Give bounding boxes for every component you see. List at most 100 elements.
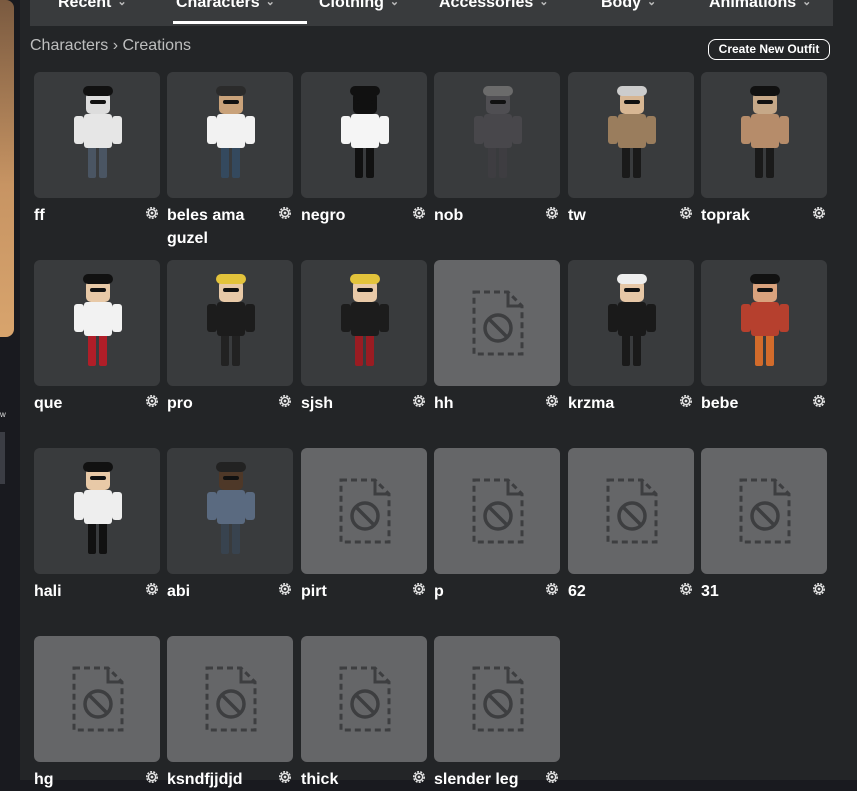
- outfit-name: pirt: [301, 583, 327, 600]
- tab-characters[interactable]: Characters ⌄: [176, 0, 275, 12]
- gear-icon[interactable]: [411, 205, 427, 221]
- gear-icon[interactable]: [544, 769, 560, 785]
- outfit-thumbnail[interactable]: [434, 72, 560, 198]
- file-unavailable-icon: [606, 478, 658, 544]
- outfit-name: hali: [34, 583, 62, 600]
- category-nav: Recent ⌄ Characters ⌄ Clothing ⌄ Accessorie…: [30, 0, 833, 26]
- outfit-thumbnail[interactable]: [167, 636, 293, 762]
- avatar-thumbnail-image: [74, 462, 122, 554]
- gear-icon[interactable]: [411, 393, 427, 409]
- outfit-thumbnail[interactable]: [568, 260, 694, 386]
- outfit-name: krzma: [568, 395, 615, 412]
- gear-icon[interactable]: [811, 393, 827, 409]
- gear-icon[interactable]: [277, 393, 293, 409]
- avatar-thumbnail-image: [74, 274, 122, 366]
- chevron-down-icon: ⌄: [539, 0, 549, 8]
- avatar-thumbnail-image: [741, 86, 789, 178]
- outfit-thumbnail[interactable]: [301, 636, 427, 762]
- tab-accessories[interactable]: Accessories ⌄: [439, 0, 549, 12]
- side-label: w: [0, 410, 6, 419]
- outfit-name: nob: [434, 207, 464, 224]
- outfit-thumbnail[interactable]: [167, 260, 293, 386]
- gear-icon[interactable]: [811, 205, 827, 221]
- avatar-thumbnail-image: [608, 274, 656, 366]
- outfit-thumbnail[interactable]: [34, 636, 160, 762]
- breadcrumb-parent[interactable]: Characters: [30, 37, 108, 54]
- file-unavailable-icon: [339, 666, 391, 732]
- gear-icon[interactable]: [544, 205, 560, 221]
- create-new-outfit-button[interactable]: Create New Outfit: [708, 39, 830, 60]
- outfit-thumbnail[interactable]: [301, 260, 427, 386]
- tab-label: Accessories: [439, 0, 534, 11]
- tab-animations[interactable]: Animations ⌄: [709, 0, 811, 12]
- chevron-down-icon: ⌄: [389, 0, 400, 8]
- outfit-thumbnail[interactable]: [434, 448, 560, 574]
- breadcrumb: Characters › Creations: [30, 37, 191, 55]
- avatar-thumbnail-image: [341, 86, 389, 178]
- side-panel-edge: [0, 432, 5, 484]
- outfit-thumbnail[interactable]: [434, 636, 560, 762]
- tab-body[interactable]: Body ⌄: [601, 0, 656, 12]
- tab-clothing[interactable]: Clothing ⌄: [319, 0, 399, 12]
- file-unavailable-icon: [339, 478, 391, 544]
- outfit-name: 62: [568, 583, 586, 600]
- tab-label: Body: [601, 0, 641, 11]
- outfit-thumbnail[interactable]: [568, 448, 694, 574]
- outfit-name: beles ama guzel: [167, 207, 245, 247]
- tab-recent[interactable]: Recent ⌄: [58, 0, 127, 12]
- tab-label: Recent: [58, 0, 112, 11]
- outfit-name: p: [434, 583, 444, 600]
- gear-icon[interactable]: [811, 581, 827, 597]
- tab-label: Animations: [709, 0, 797, 11]
- avatar-editor-panel: Recent ⌄ Characters ⌄ Clothing ⌄ Accessorie…: [20, 0, 857, 788]
- outfit-name: abi: [167, 583, 191, 600]
- gear-icon[interactable]: [544, 393, 560, 409]
- chevron-down-icon: ⌄: [265, 0, 275, 8]
- gear-icon[interactable]: [277, 205, 293, 221]
- gear-icon[interactable]: [678, 581, 694, 597]
- avatar-thumbnail-image: [207, 462, 255, 554]
- gear-icon[interactable]: [678, 205, 694, 221]
- gear-icon[interactable]: [144, 769, 160, 785]
- avatar-thumbnail-image: [74, 86, 122, 178]
- outfit-thumbnail[interactable]: [701, 260, 827, 386]
- gear-icon[interactable]: [144, 393, 160, 409]
- background-panel-edge: [0, 0, 14, 337]
- tab-label: Clothing: [319, 0, 384, 11]
- outfit-thumbnail[interactable]: [34, 72, 160, 198]
- file-unavailable-icon: [472, 290, 524, 356]
- outfit-thumbnail[interactable]: [301, 72, 427, 198]
- gear-icon[interactable]: [144, 581, 160, 597]
- gear-icon[interactable]: [144, 205, 160, 221]
- outfit-name: pro: [167, 395, 193, 412]
- outfit-thumbnail[interactable]: [301, 448, 427, 574]
- avatar-thumbnail-image: [341, 274, 389, 366]
- outfit-thumbnail[interactable]: [167, 448, 293, 574]
- outfit-thumbnail[interactable]: [568, 72, 694, 198]
- avatar-thumbnail-image: [207, 274, 255, 366]
- outfit-thumbnail[interactable]: [434, 260, 560, 386]
- chevron-down-icon: ⌄: [117, 0, 127, 8]
- outfit-thumbnail[interactable]: [34, 260, 160, 386]
- avatar-thumbnail-image: [474, 86, 522, 178]
- outfit-name: 31: [701, 583, 719, 600]
- gear-icon[interactable]: [544, 581, 560, 597]
- file-unavailable-icon: [739, 478, 791, 544]
- file-unavailable-icon: [72, 666, 124, 732]
- outfit-name: sjsh: [301, 395, 334, 412]
- gear-icon[interactable]: [277, 581, 293, 597]
- gear-icon[interactable]: [277, 769, 293, 785]
- chevron-down-icon: ⌄: [802, 0, 812, 8]
- outfit-name: tw: [568, 207, 586, 224]
- avatar-thumbnail-image: [207, 86, 255, 178]
- outfit-name: bebe: [701, 395, 739, 412]
- outfit-name: que: [34, 395, 63, 412]
- outfit-thumbnail[interactable]: [34, 448, 160, 574]
- file-unavailable-icon: [472, 478, 524, 544]
- gear-icon[interactable]: [411, 581, 427, 597]
- gear-icon[interactable]: [678, 393, 694, 409]
- outfit-thumbnail[interactable]: [701, 448, 827, 574]
- gear-icon[interactable]: [411, 769, 427, 785]
- outfit-thumbnail[interactable]: [701, 72, 827, 198]
- outfit-thumbnail[interactable]: [167, 72, 293, 198]
